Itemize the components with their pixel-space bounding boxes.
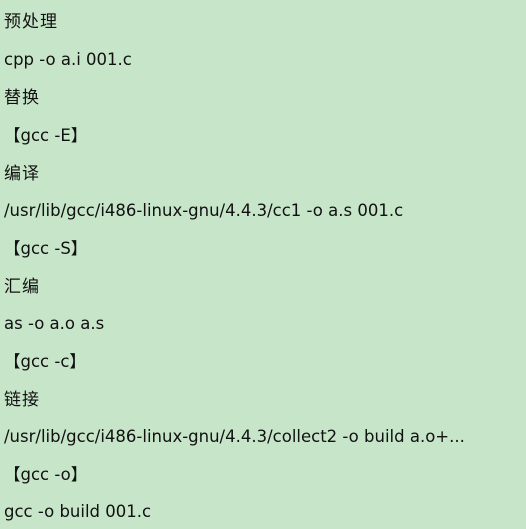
heading-preprocess: 预处理 — [4, 12, 58, 32]
flag-gcc-e: 【gcc -E】 — [4, 126, 88, 145]
flag-gcc-c: 【gcc -c】 — [4, 352, 86, 371]
command-cpp: cpp -o a.i 001.c — [4, 50, 132, 69]
command-collect2: /usr/lib/gcc/i486-linux-gnu/4.4.3/collec… — [4, 427, 465, 446]
flag-gcc-o: 【gcc -o】 — [4, 465, 88, 484]
command-cc1: /usr/lib/gcc/i486-linux-gnu/4.4.3/cc1 -o… — [4, 201, 404, 220]
flag-gcc-s: 【gcc -S】 — [4, 239, 88, 258]
heading-replace: 替换 — [4, 88, 40, 108]
document-page: 预处理 cpp -o a.i 001.c 替换 【gcc -E】 编译 /usr… — [0, 0, 526, 529]
heading-compile: 编译 — [4, 164, 40, 184]
command-gcc-build: gcc -o build 001.c — [4, 502, 152, 521]
heading-link: 链接 — [4, 390, 40, 410]
heading-assemble: 汇编 — [4, 277, 40, 297]
command-as: as -o a.o a.s — [4, 314, 105, 333]
